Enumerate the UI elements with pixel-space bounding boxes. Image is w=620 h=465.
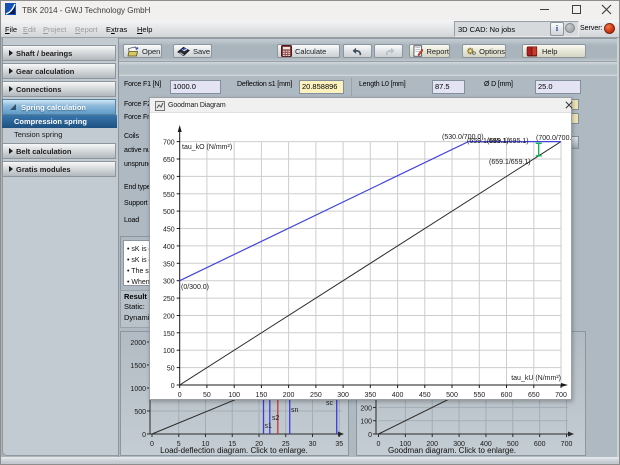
svg-text:100: 100 xyxy=(163,348,175,355)
svg-text:250: 250 xyxy=(310,392,322,399)
svg-text:35: 35 xyxy=(335,441,343,448)
svg-text:tau_kO (N/mm²): tau_kO (N/mm²) xyxy=(182,144,232,151)
svg-text:tau_kU (N/mm²): tau_kU (N/mm²) xyxy=(511,375,561,382)
svg-text:s2: s2 xyxy=(272,415,280,422)
svg-text:200: 200 xyxy=(163,314,175,321)
svg-text:0: 0 xyxy=(368,432,372,439)
svg-text:700: 700 xyxy=(561,441,573,448)
svg-text:600: 600 xyxy=(534,441,546,448)
svg-text:500: 500 xyxy=(446,392,458,399)
svg-text:100: 100 xyxy=(360,419,372,426)
svg-text:1500: 1500 xyxy=(130,363,146,370)
svg-text:200: 200 xyxy=(360,405,372,412)
svg-text:700: 700 xyxy=(555,392,567,399)
svg-text:(0/300.0): (0/300.0) xyxy=(181,284,209,291)
svg-text:300: 300 xyxy=(337,392,349,399)
svg-text:600: 600 xyxy=(163,174,175,181)
svg-text:300: 300 xyxy=(163,279,175,286)
svg-text:(659.1/695.1): (659.1/695.1) xyxy=(487,138,529,145)
svg-text:200: 200 xyxy=(283,392,295,399)
svg-text:350: 350 xyxy=(364,392,376,399)
svg-text:150: 150 xyxy=(256,392,268,399)
svg-text:250: 250 xyxy=(163,296,175,303)
svg-text:(700.0/700.0): (700.0/700.0) xyxy=(536,135,571,142)
svg-text:30: 30 xyxy=(309,441,317,448)
svg-text:100: 100 xyxy=(228,392,240,399)
svg-text:450: 450 xyxy=(419,392,431,399)
svg-text:0: 0 xyxy=(150,441,154,448)
svg-text:600: 600 xyxy=(501,392,513,399)
svg-text:500: 500 xyxy=(134,409,146,416)
svg-text:650: 650 xyxy=(163,157,175,164)
svg-text:350: 350 xyxy=(163,261,175,268)
svg-text:650: 650 xyxy=(528,392,540,399)
svg-text:0: 0 xyxy=(142,432,146,439)
svg-text:550: 550 xyxy=(163,192,175,199)
svg-text:1000: 1000 xyxy=(130,386,146,393)
svg-text:500: 500 xyxy=(163,209,175,216)
svg-text:400: 400 xyxy=(163,244,175,251)
svg-text:sn: sn xyxy=(291,407,299,414)
svg-text:Load-deflection diagram. Click: Load-deflection diagram. Click to enlarg… xyxy=(160,446,308,455)
svg-text:400: 400 xyxy=(392,392,404,399)
svg-text:(659.1/659.1): (659.1/659.1) xyxy=(489,159,531,166)
svg-text:700: 700 xyxy=(163,140,175,147)
svg-text:0: 0 xyxy=(377,441,381,448)
svg-text:s1: s1 xyxy=(265,423,273,430)
svg-text:150: 150 xyxy=(163,331,175,338)
svg-text:0: 0 xyxy=(178,392,182,399)
svg-text:0: 0 xyxy=(171,383,175,390)
svg-text:50: 50 xyxy=(167,366,175,373)
svg-text:Goodman diagram. Click to enla: Goodman diagram. Click to enlarge. xyxy=(388,446,516,455)
svg-text:450: 450 xyxy=(163,227,175,234)
svg-text:sc: sc xyxy=(326,400,334,407)
svg-text:50: 50 xyxy=(203,392,211,399)
svg-text:550: 550 xyxy=(473,392,485,399)
svg-text:2000: 2000 xyxy=(130,340,146,347)
